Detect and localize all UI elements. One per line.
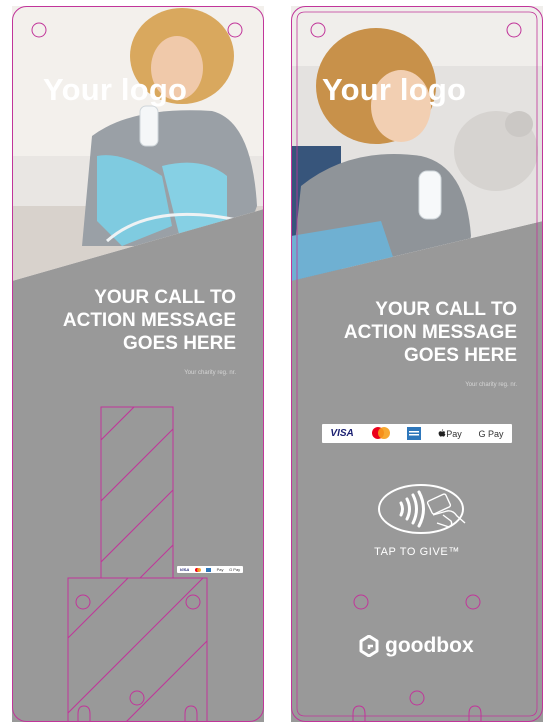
mastercard-icon [371, 427, 391, 440]
logo-placeholder: Your logo [322, 72, 467, 107]
apple-icon [438, 429, 446, 437]
apple-pay-logo: Pay [216, 567, 224, 572]
payment-methods-strip: VISA Pay G Pay [322, 424, 512, 443]
goodbox-brand: goodbox [359, 634, 474, 658]
left-photo [12, 6, 264, 281]
mastercard-icon [194, 567, 201, 572]
payment-methods-strip: VISA Pay G Pay [177, 566, 243, 573]
contactless-icon [399, 490, 425, 528]
charity-reg-number: Your charity reg. nr. [465, 382, 517, 388]
visa-logo: VISA [179, 567, 190, 572]
google-pay-logo: G Pay [478, 428, 504, 439]
apple-pay-label: Pay [446, 428, 462, 439]
amex-logo [407, 427, 422, 440]
goodbox-logo-icon [359, 635, 379, 657]
google-pay-logo: G Pay [229, 567, 241, 572]
visa-logo: VISA [330, 428, 354, 439]
cta-line: ACTION MESSAGE [62, 310, 236, 332]
call-to-action: YOUR CALL TO ACTION MESSAGE GOES HERE [344, 298, 517, 368]
charity-reg-number: Your charity reg. nr. [184, 370, 236, 376]
right-panel: Your logo YOUR CALL TO ACTION MESSAGE GO… [291, 6, 543, 722]
hatched-stand-base [67, 577, 208, 722]
tap-to-give-label: TAP TO GIVE™ [374, 546, 460, 558]
brand-name: goodbox [385, 634, 474, 657]
cta-line: ACTION MESSAGE [343, 322, 517, 344]
left-panel: Your logo YOUR CALL TO ACTION MESSAGE GO… [12, 6, 264, 722]
cta-line: GOES HERE [123, 333, 236, 355]
amex-logo [206, 567, 212, 572]
cta-line: GOES HERE [404, 345, 517, 367]
apple-pay-logo: Pay [438, 429, 462, 439]
logo-placeholder: Your logo [43, 72, 188, 107]
cta-line: YOUR CALL TO [94, 287, 236, 308]
right-photo [291, 6, 543, 281]
hatched-stand-top [100, 406, 174, 579]
cta-line: YOUR CALL TO [375, 299, 517, 320]
contactless-tap-graphic [378, 484, 466, 534]
call-to-action: YOUR CALL TO ACTION MESSAGE GOES HERE [63, 286, 236, 356]
